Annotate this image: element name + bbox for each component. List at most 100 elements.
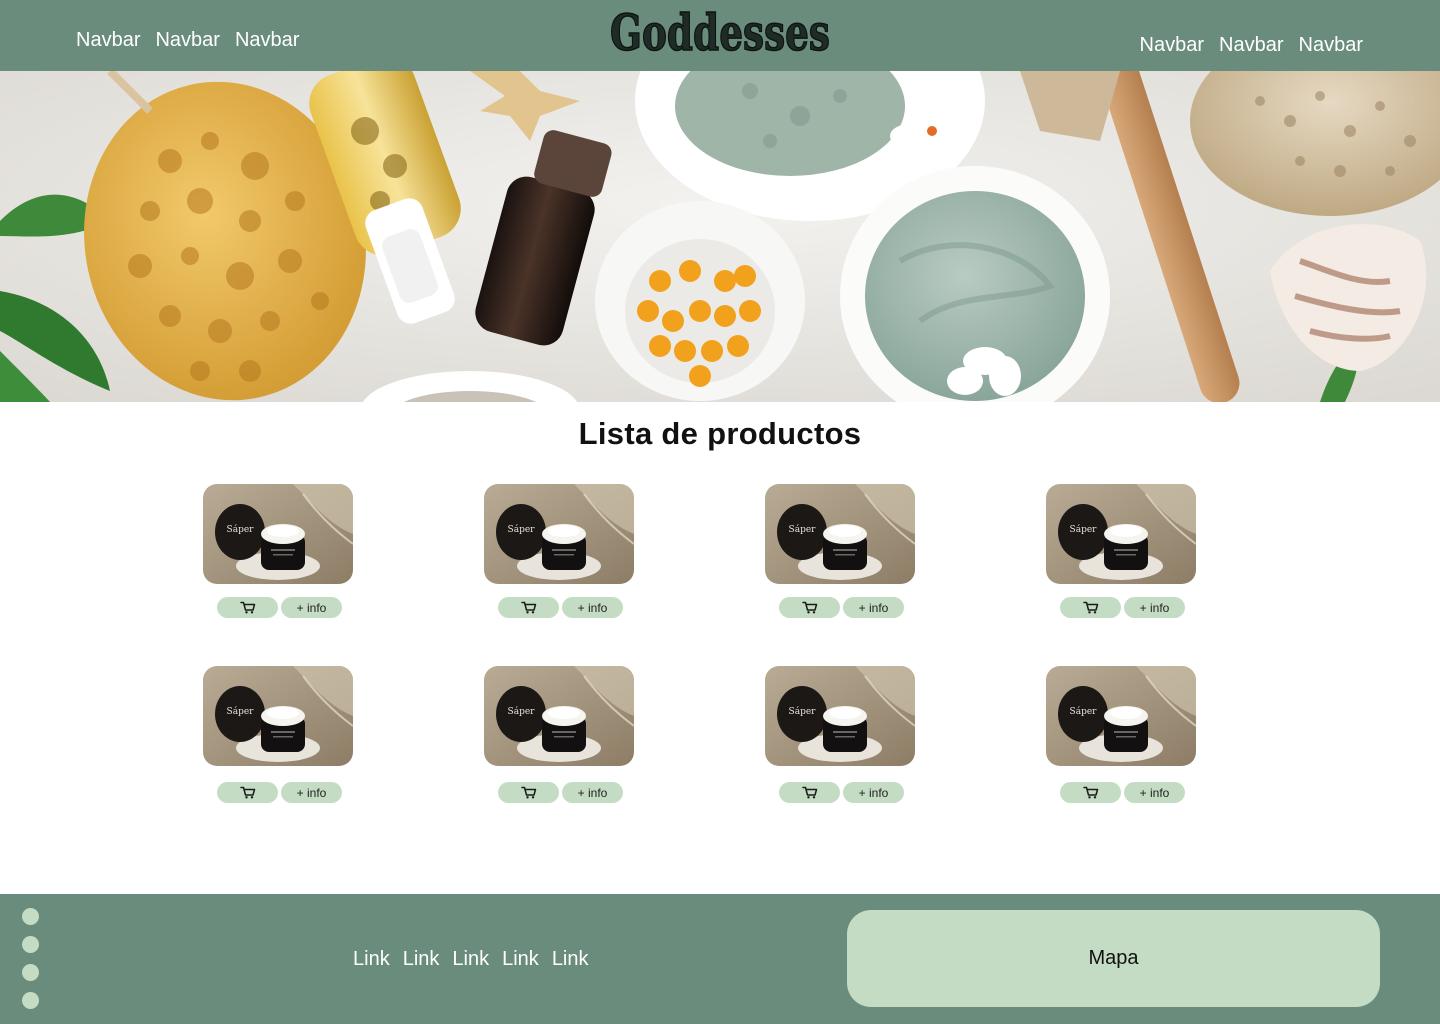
product-image[interactable]: Sáper	[765, 666, 915, 766]
product-photo: Sáper	[1046, 666, 1196, 766]
product-photo: Sáper	[484, 484, 634, 584]
more-info-label: + info	[577, 600, 608, 615]
product-photo: Sáper	[1046, 484, 1196, 584]
cart-icon	[239, 601, 256, 614]
add-to-cart-button[interactable]	[217, 597, 278, 618]
cart-icon-svg	[1082, 786, 1098, 799]
product-actions: + info	[217, 597, 342, 618]
footer-link-1[interactable]: Link	[353, 947, 390, 971]
nav-left: Navbar Navbar Navbar	[76, 28, 299, 52]
more-info-button[interactable]: + info	[281, 597, 342, 618]
cart-icon-svg	[801, 601, 817, 614]
add-to-cart-button[interactable]	[1060, 782, 1121, 803]
add-to-cart-button[interactable]	[779, 782, 840, 803]
product-actions: + info	[779, 782, 904, 803]
nav-right: Navbar Navbar Navbar	[1140, 33, 1363, 57]
add-to-cart-button[interactable]	[498, 597, 559, 618]
product-image[interactable]: Sáper	[484, 484, 634, 584]
cart-icon-svg	[520, 601, 536, 614]
product-actions: + info	[1060, 782, 1185, 803]
product-card: Sáper + info	[484, 666, 634, 803]
product-photo: Sáper	[484, 666, 634, 766]
product-brand-label: Sáper	[508, 706, 536, 717]
footer-link-4[interactable]: Link	[502, 947, 539, 971]
product-brand-label: Sáper	[789, 706, 817, 717]
product-card: Sáper + info	[203, 666, 353, 803]
more-info-button[interactable]: + info	[562, 597, 623, 618]
cart-icon-svg	[239, 786, 255, 799]
product-actions: + info	[779, 597, 904, 618]
more-info-button[interactable]: + info	[843, 597, 904, 618]
product-photo: Sáper	[765, 666, 915, 766]
product-card: Sáper + info	[765, 484, 915, 618]
more-info-button[interactable]: + info	[562, 782, 623, 803]
add-to-cart-button[interactable]	[498, 782, 559, 803]
social-icon-1[interactable]	[22, 908, 39, 925]
product-image[interactable]: Sáper	[765, 484, 915, 584]
nav-link-left-3[interactable]: Navbar	[235, 28, 299, 52]
product-brand-label: Sáper	[227, 706, 255, 717]
product-brand-label: Sáper	[1070, 524, 1098, 535]
cart-icon-svg	[801, 786, 817, 799]
product-photo: Sáper	[203, 484, 353, 584]
section-title: Lista de productos	[578, 416, 862, 451]
product-photo: Sáper	[765, 484, 915, 584]
cart-icon-svg	[520, 786, 536, 799]
product-image[interactable]: Sáper	[203, 666, 353, 766]
footer: Link Link Link Link Link Mapa	[0, 894, 1440, 1024]
footer-link-3[interactable]: Link	[452, 947, 489, 971]
cart-icon	[520, 786, 537, 799]
nav-link-right-1[interactable]: Navbar	[1140, 33, 1204, 57]
nav-link-right-2[interactable]: Navbar	[1219, 33, 1283, 57]
product-card: Sáper + info	[1046, 666, 1196, 803]
product-card: Sáper + info	[1046, 484, 1196, 618]
nav-link-left-1[interactable]: Navbar	[76, 28, 140, 52]
product-card: Sáper + info	[484, 484, 634, 618]
spa-products-photo	[0, 71, 1440, 402]
more-info-label: + info	[296, 600, 327, 615]
social-icon-4[interactable]	[22, 992, 39, 1009]
product-actions: + info	[1060, 597, 1185, 618]
nav-link-left-2[interactable]: Navbar	[155, 28, 219, 52]
social-icon-2[interactable]	[22, 936, 39, 953]
more-info-button[interactable]: + info	[281, 782, 342, 803]
cart-icon-svg	[239, 601, 255, 614]
social-icons	[22, 908, 39, 1009]
add-to-cart-button[interactable]	[1060, 597, 1121, 618]
product-actions: + info	[498, 597, 623, 618]
more-info-label: + info	[858, 600, 889, 615]
product-image[interactable]: Sáper	[484, 666, 634, 766]
more-info-label: + info	[296, 785, 327, 800]
more-info-button[interactable]: + info	[1124, 782, 1185, 803]
product-actions: + info	[217, 782, 342, 803]
social-icon-3[interactable]	[22, 964, 39, 981]
brand-logo-text: Goddesses	[610, 3, 830, 60]
footer-link-5[interactable]: Link	[552, 947, 589, 971]
more-info-button[interactable]: + info	[1124, 597, 1185, 618]
product-brand-label: Sáper	[1070, 706, 1098, 717]
hero-banner	[0, 71, 1440, 402]
cart-icon	[801, 601, 818, 614]
header: Navbar Navbar Navbar Goddesses Navbar Na…	[0, 0, 1440, 71]
more-info-label: + info	[1139, 785, 1170, 800]
cart-icon	[1082, 601, 1099, 614]
product-brand-label: Sáper	[508, 524, 536, 535]
product-photo: Sáper	[203, 666, 353, 766]
nav-link-right-3[interactable]: Navbar	[1299, 33, 1363, 57]
more-info-button[interactable]: + info	[843, 782, 904, 803]
product-actions: + info	[498, 782, 623, 803]
cart-icon	[1082, 786, 1099, 799]
product-image[interactable]: Sáper	[203, 484, 353, 584]
product-image[interactable]: Sáper	[1046, 484, 1196, 584]
map-placeholder[interactable]: Mapa	[847, 910, 1380, 1007]
footer-link-2[interactable]: Link	[403, 947, 440, 971]
add-to-cart-button[interactable]	[779, 597, 840, 618]
map-label: Mapa	[1088, 947, 1139, 969]
more-info-label: + info	[858, 785, 889, 800]
add-to-cart-button[interactable]	[217, 782, 278, 803]
cart-icon	[801, 786, 818, 799]
product-image[interactable]: Sáper	[1046, 666, 1196, 766]
product-brand-label: Sáper	[227, 524, 255, 535]
brand-logo[interactable]: Goddesses	[607, 0, 833, 60]
product-card: Sáper + info	[765, 666, 915, 803]
